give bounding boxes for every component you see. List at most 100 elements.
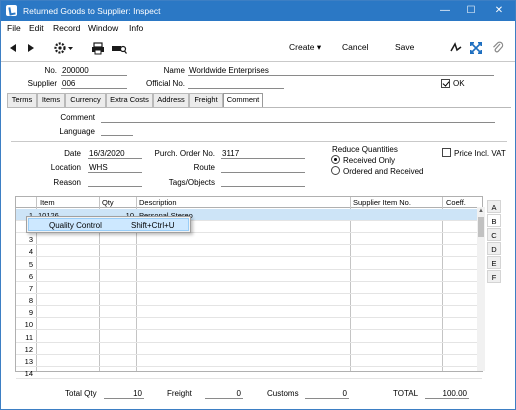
row-number: 10 [24,320,33,330]
scroll-thumb[interactable] [478,217,484,237]
tab-terms[interactable]: Terms [7,93,37,107]
freight-label: Freight [167,389,192,398]
column-description[interactable]: Description [139,198,177,207]
table-row[interactable]: 13 [16,355,482,367]
side-tab-f[interactable]: F [487,270,501,283]
scroll-up-icon[interactable]: ▲ [477,207,485,215]
table-row[interactable]: 5 [16,258,482,270]
name-underline [188,75,494,76]
purch-order-field[interactable]: 3117 [222,149,239,158]
tab-items[interactable]: Items [37,93,65,107]
next-record-icon[interactable] [23,41,37,55]
name-field[interactable]: Worldwide Enterprises [189,66,269,75]
price-incl-vat-label: Price Incl. VAT [454,149,506,158]
purch-order-label: Purch. Order No. [154,149,215,158]
minimize-button[interactable]: — [431,1,459,21]
row-number: 7 [28,283,33,293]
close-button[interactable]: ✕ [485,1,513,21]
received-only-radio[interactable] [331,155,340,164]
date-field[interactable]: 16/3/2020 [89,149,125,158]
no-underline [61,75,127,76]
location-underline [88,172,142,173]
activity-icon[interactable] [449,41,463,55]
ordered-and-received-radio[interactable] [331,166,340,175]
expand-icon[interactable] [469,41,483,55]
table-row[interactable]: 11 [16,331,482,343]
date-underline [88,158,142,159]
attachment-icon[interactable] [491,41,505,55]
tags-objects-underline [221,186,305,187]
ok-label: OK [453,79,465,88]
tab-comment[interactable]: Comment [223,93,263,108]
language-label: Language [59,127,95,136]
tab-address[interactable]: Address [153,93,189,107]
print-preview-icon[interactable] [111,41,128,55]
table-row[interactable]: 9 [16,306,482,319]
location-field[interactable]: WHS [89,163,108,172]
section-separator [11,141,507,142]
operations-gear-icon[interactable] [53,41,75,55]
official-no-label: Official No. [146,79,185,88]
table-row[interactable]: 14 [16,367,482,379]
side-tab-a[interactable]: A [487,200,501,213]
quality-control-menu-item[interactable]: Quality Control Shift+Ctrl+U [28,218,189,231]
table-row[interactable]: 3 [16,233,482,246]
create-button[interactable]: Create ▾ [289,42,321,53]
column-qty[interactable]: Qty [102,198,114,207]
tags-objects-label: Tags/Objects [168,178,215,187]
row-number: 8 [28,296,33,306]
table-row[interactable]: 8 [16,294,482,307]
supplier-underline [61,88,127,89]
side-tab-e[interactable]: E [487,256,501,269]
save-button[interactable]: Save [395,42,414,52]
price-incl-vat-checkbox[interactable] [442,148,451,157]
table-row[interactable]: 6 [16,270,482,282]
row-number: 11 [25,332,33,342]
customs-label: Customs [267,389,299,398]
row-number: 9 [28,308,33,318]
menu-window[interactable]: Window [88,23,118,33]
quality-control-label: Quality Control [49,221,102,230]
grid-scrollbar[interactable]: ▲ [477,207,485,371]
table-row[interactable]: 12 [16,343,482,355]
side-tab-c[interactable]: C [487,228,501,241]
ok-checkbox[interactable] [441,79,450,88]
name-label: Name [163,66,185,75]
route-underline [221,172,305,173]
tab-currency[interactable]: Currency [65,93,106,107]
menu-record[interactable]: Record [53,23,80,33]
comment-underline [101,122,495,123]
supplier-field[interactable]: 006 [62,79,75,88]
cancel-button[interactable]: Cancel [342,42,368,52]
row-number: 13 [24,356,33,366]
row-number: 6 [28,271,33,281]
language-underline [101,135,133,136]
inspect-window: Returned Goods to Supplier: Inspect — ☐ … [0,0,516,410]
reason-underline [88,186,142,187]
app-icon [6,5,17,16]
column-supplier-item-no[interactable]: Supplier Item No. [353,198,411,207]
column-item[interactable]: Item [40,198,55,207]
menu-info[interactable]: Info [129,23,143,33]
tab-extra-costs[interactable]: Extra Costs [106,93,153,107]
side-tab-b[interactable]: B [487,214,501,227]
no-field[interactable]: 200000 [62,66,89,75]
table-row[interactable]: 10 [16,318,482,331]
reason-label: Reason [53,178,81,187]
date-label: Date [64,149,81,158]
total-qty-underline [104,398,144,399]
table-row[interactable]: 7 [16,282,482,294]
row-number: 4 [28,247,33,257]
menu-edit[interactable]: Edit [29,23,44,33]
maximize-button[interactable]: ☐ [457,1,485,21]
grid-header: Item Qty Description Supplier Item No. C… [16,197,482,208]
customs-underline [305,398,349,399]
print-icon[interactable] [91,41,105,55]
table-row[interactable]: 4 [16,245,482,258]
route-label: Route [193,163,215,172]
tab-freight[interactable]: Freight [189,93,223,107]
side-tab-d[interactable]: D [487,242,501,255]
menu-file[interactable]: File [7,23,21,33]
column-coeff[interactable]: Coeff. [446,198,466,207]
previous-record-icon[interactable] [7,41,21,55]
